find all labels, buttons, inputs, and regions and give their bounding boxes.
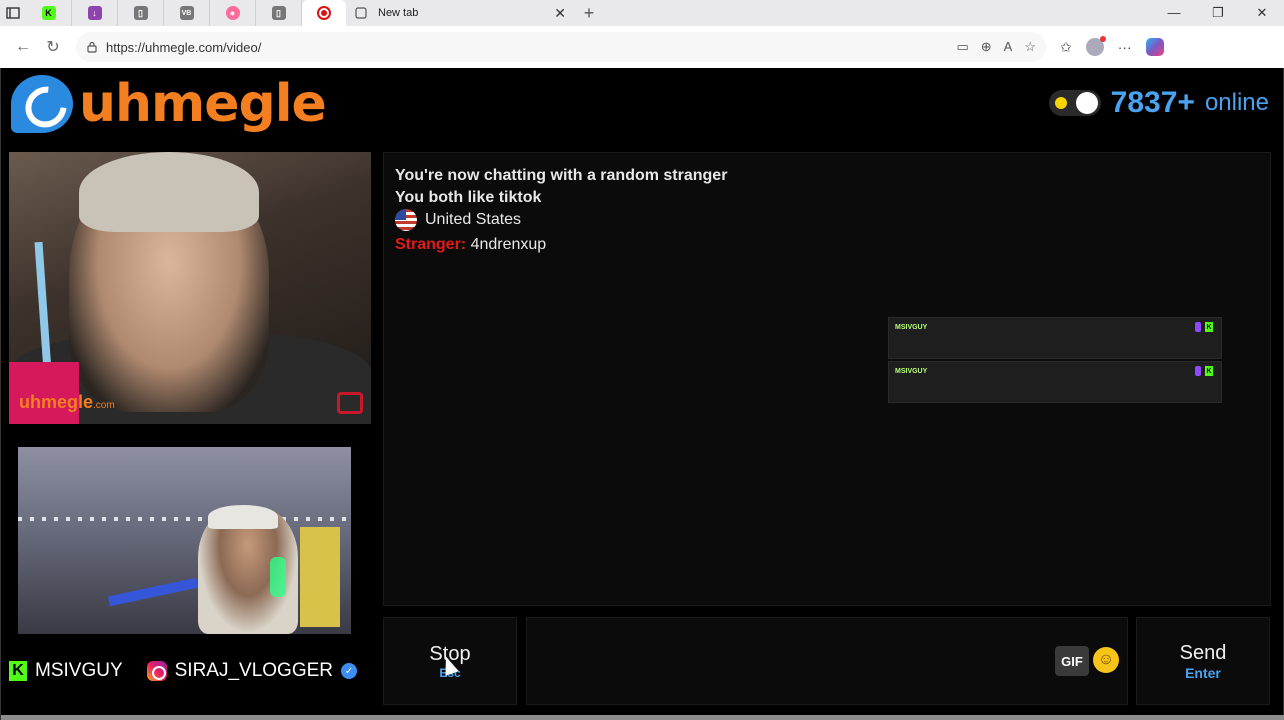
back-arrow-icon[interactable]: ← [8,38,38,56]
twitch-download-icon: ↓ [87,6,102,20]
stranger-message: Stranger: 4ndrenxup [395,236,546,254]
url-text: https://uhmegle.com/video/ [106,39,262,55]
toggle-knob [1075,92,1098,114]
recording-icon [317,6,331,20]
kick-icon: K [1205,366,1213,376]
minimize-icon[interactable]: — [1152,5,1196,21]
logo-chat-icon [11,75,73,133]
browser-address-bar: ← ↻ https://uhmegle.com/video/ ▭ ⊕ A ☆ ✩… [0,26,1284,68]
close-tab-icon[interactable]: ✕ [554,5,566,22]
browser-tab-document[interactable]: ▯ [118,0,164,26]
twitch-icon [1195,322,1201,332]
gif-button[interactable]: GIF [1055,646,1089,676]
online-label: online [1204,89,1269,116]
system-message-interests: You both like tiktok [395,189,542,206]
stranger-video: uhmegle.com [9,152,371,424]
logo-text: uhmegle [79,74,327,134]
profile-avatar[interactable] [1085,36,1106,56]
verified-icon: ✓ [341,663,358,679]
stranger-country: United States [395,209,521,231]
browser-tab-vb[interactable]: VB [164,0,210,26]
stream-alert-card: MSIVGUY K [888,361,1222,403]
tab-title: New tab [378,7,419,19]
kick-icon: K [1205,322,1213,332]
send-button[interactable]: Send Enter [1136,617,1270,705]
bottom-divider [1,715,1284,720]
us-flag-icon [395,209,417,231]
browser-tab-twitch-download[interactable]: ↓ [72,0,118,26]
refresh-icon[interactable]: ↻ [38,37,68,57]
favorite-star-icon[interactable]: ☆ [1024,39,1036,55]
browser-tab-new-tab[interactable]: New tab ✕ [346,0,574,26]
uhmegle-page: uhmegle 7837+ online uhmegle.com K MSIVG… [0,68,1284,720]
browser-tab-kick[interactable]: K [26,0,72,26]
stream-alert-card: MSIVGUY K [888,317,1222,359]
twitch-icon [1195,366,1201,376]
browser-tab-document-2[interactable]: ▯ [256,0,302,26]
emoji-icon[interactable]: ☺ [1093,647,1119,673]
kick-icon: K [9,661,27,681]
copilot-icon[interactable] [1145,38,1164,56]
browser-tab-bar: K ↓ ▯ VB ● ▯ New tab ✕ + — ❐ ✕ [0,0,1284,26]
restore-icon[interactable]: ❐ [1196,5,1240,21]
url-field[interactable]: https://uhmegle.com/video/ ▭ ⊕ A ☆ [76,32,1046,62]
kick-icon: K [41,6,56,20]
more-options-icon[interactable]: ··· [1118,39,1132,55]
stranger-label: Stranger: [395,236,467,253]
zoom-icon[interactable]: ⊕ [981,39,992,55]
instagram-icon [146,661,167,681]
streamer-socials: K MSIVGUY SIRAJ_VLOGGER ✓ [9,656,371,686]
message-input[interactable]: GIF ☺ [526,617,1128,705]
site-info-icon[interactable] [86,41,98,53]
system-message-connected: You're now chatting with a random strang… [395,167,728,184]
stop-button[interactable]: Stop Esc [383,617,517,705]
stranger-message-text: 4ndrenxup [470,236,547,253]
theme-toggle[interactable] [1048,90,1101,116]
camera-icon[interactable]: ▭ [956,39,968,55]
tab-actions-icon[interactable] [0,0,26,26]
favorites-icon[interactable]: ✩ [1060,39,1072,56]
kick-handle: K MSIVGUY [9,660,123,682]
read-aloud-icon[interactable]: A [1004,39,1013,55]
online-counter: 7837+ online [1048,86,1269,120]
browser-tab-gradient[interactable]: ● [210,0,256,26]
sun-icon [1054,97,1067,109]
document-icon: ▯ [271,6,286,20]
report-flag-icon[interactable] [337,392,363,414]
instagram-handle: SIRAJ_VLOGGER ✓ [146,660,358,682]
new-tab-plus-icon[interactable]: + [574,3,604,24]
close-window-icon[interactable]: ✕ [1240,5,1284,21]
page-icon [355,7,367,19]
site-logo[interactable]: uhmegle [11,74,327,134]
self-video [18,447,351,634]
vb-icon: VB [179,6,194,20]
video-watermark: uhmegle.com [19,392,115,412]
document-icon: ▯ [133,6,148,20]
browser-tab-active-recording[interactable] [302,0,346,26]
gradient-icon: ● [225,6,240,20]
online-count: 7837+ [1110,86,1195,119]
chat-log[interactable]: You're now chatting with a random strang… [383,152,1271,606]
